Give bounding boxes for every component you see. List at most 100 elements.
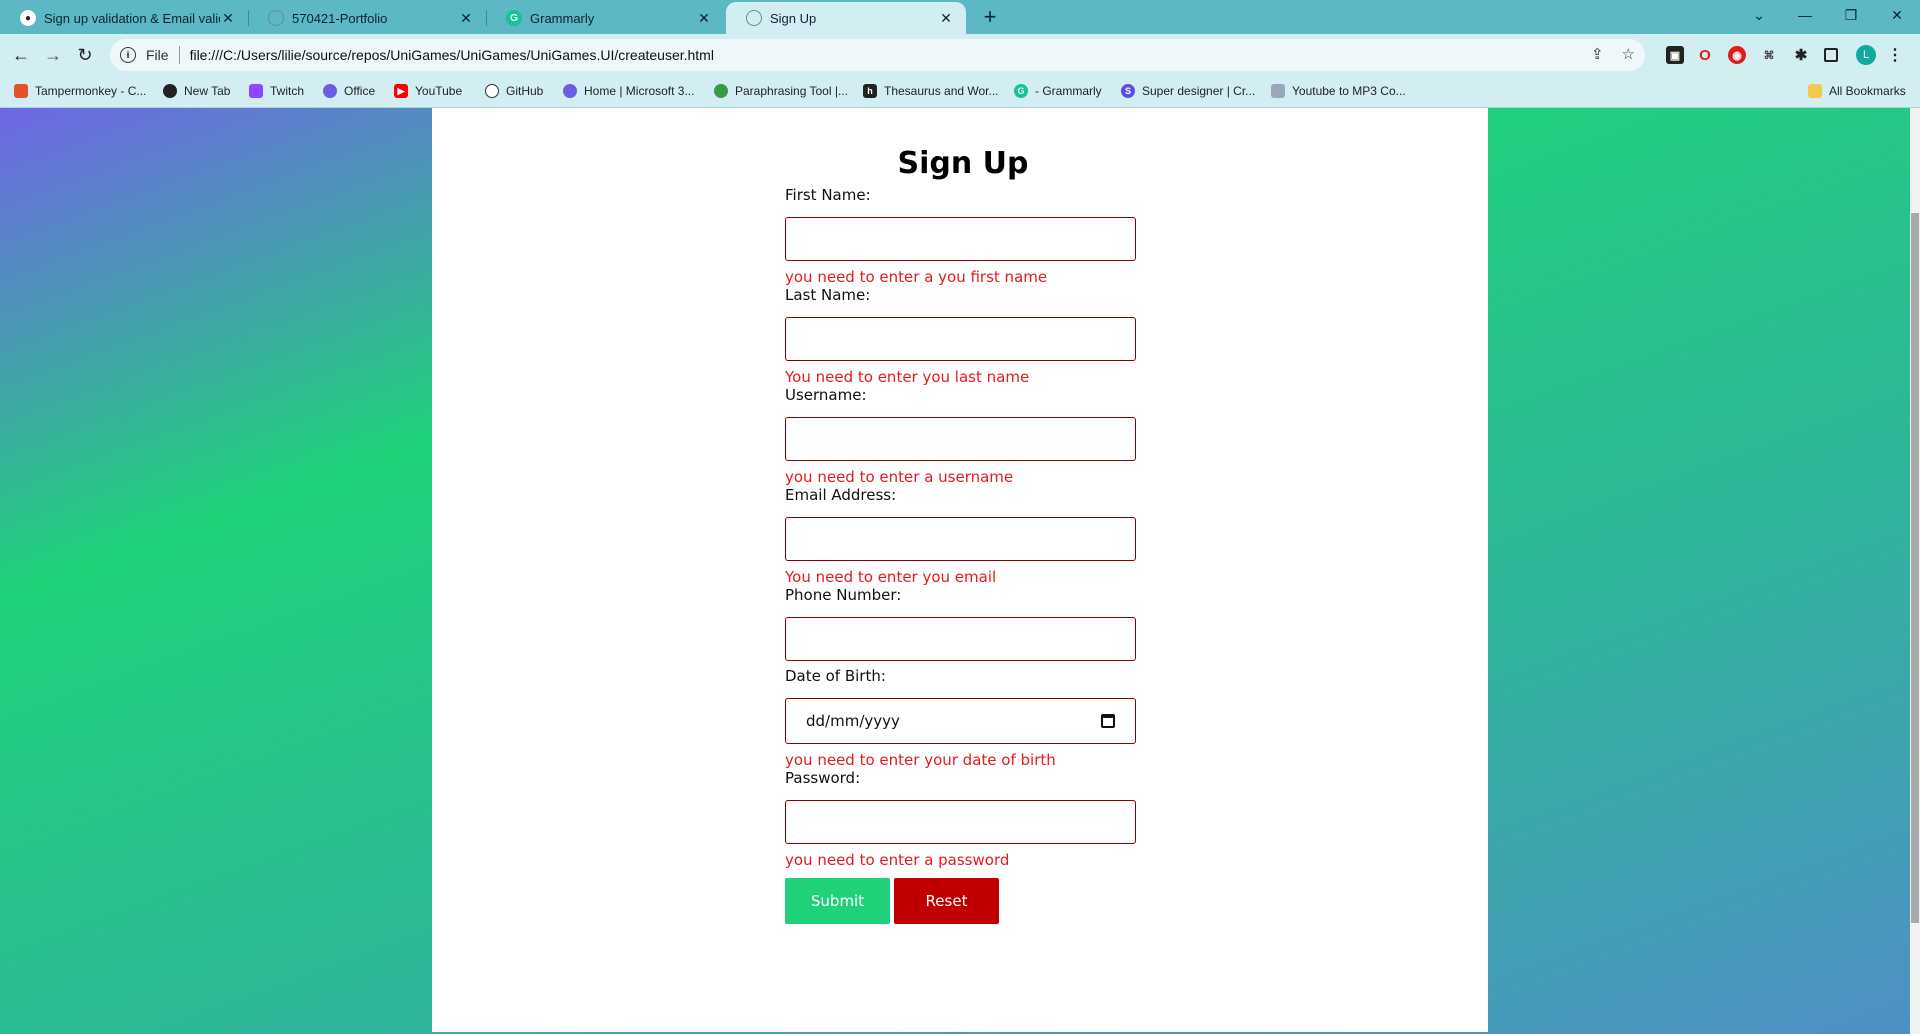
screen-recorder-icon[interactable]: ◉ <box>1728 46 1746 64</box>
bookmark-label: All Bookmarks <box>1829 84 1906 98</box>
close-icon[interactable]: ✕ <box>458 10 474 27</box>
bookmark-paraphrasing[interactable]: Paraphrasing Tool |... <box>714 84 848 98</box>
bookmark-tampermonkey[interactable]: Tampermonkey - C... <box>14 84 146 98</box>
close-icon[interactable]: ✕ <box>220 10 236 27</box>
phone-label: Phone Number: <box>785 586 902 604</box>
tab-title: 570421-Portfolio <box>292 10 388 26</box>
puzzle-icon[interactable]: ✱ <box>1792 46 1810 64</box>
address-scheme: File <box>146 47 169 63</box>
bookmark-new-tab[interactable]: New Tab <box>163 84 230 98</box>
email-field[interactable] <box>785 517 1136 561</box>
bookmark-github[interactable]: GitHub <box>485 84 543 98</box>
page-title: Sign Up <box>897 146 1029 181</box>
globe-icon <box>268 10 284 26</box>
bookmarks-bar: Tampermonkey - C... New Tab Twitch Offic… <box>0 76 1920 108</box>
grammarly-icon: G <box>1014 84 1028 98</box>
opera-icon[interactable]: O <box>1696 46 1714 64</box>
thesaurus-icon: h <box>863 84 877 98</box>
first-name-error: you need to enter a you first name <box>785 268 1048 286</box>
reset-button[interactable]: Reset <box>894 878 999 924</box>
last-name-label: Last Name: <box>785 286 871 304</box>
dob-label: Date of Birth: <box>785 667 886 685</box>
kebab-menu-icon[interactable]: ⋮ <box>1886 46 1904 64</box>
dob-input[interactable]: dd/mm/yyyy <box>785 698 1136 744</box>
bookmark-office[interactable]: Office <box>323 84 375 98</box>
username-label: Username: <box>785 386 867 404</box>
minimize-icon[interactable]: — <box>1782 0 1828 30</box>
bookmark-super-designer[interactable]: S Super designer | Cr... <box>1121 84 1255 98</box>
last-name-input[interactable] <box>785 317 1136 361</box>
forward-arrow-icon[interactable]: → <box>40 42 66 68</box>
scrollbar-thumb[interactable] <box>1911 213 1919 923</box>
username-input[interactable] <box>785 417 1136 461</box>
dob-placeholder: dd/mm/yyyy <box>806 712 900 730</box>
window-close-icon[interactable]: ✕ <box>1874 0 1920 30</box>
bookmark-youtube[interactable]: ▶ YouTube <box>394 84 462 98</box>
first-name-input[interactable] <box>785 217 1136 261</box>
link-extension-icon[interactable]: ⌘ <box>1760 46 1778 64</box>
bookmark-label: GitHub <box>506 84 544 98</box>
bookmark-grammarly[interactable]: G - Grammarly <box>1014 84 1102 98</box>
tampermonkey-icon <box>14 84 28 98</box>
submit-button[interactable]: Submit <box>785 878 890 924</box>
email-label: Email Address: <box>785 486 897 504</box>
signup-container: Sign Up First Name: you need to enter a … <box>432 108 1488 1032</box>
restore-icon[interactable]: ❐ <box>1828 0 1874 30</box>
close-icon[interactable]: ✕ <box>696 10 712 27</box>
email-error: You need to enter you email <box>785 568 997 586</box>
tab-portfolio[interactable]: 570421-Portfolio ✕ <box>248 2 486 34</box>
github-icon <box>485 84 499 98</box>
all-bookmarks[interactable]: All Bookmarks <box>1808 84 1906 98</box>
share-icon[interactable]: ⇪ <box>1591 45 1604 63</box>
twitch-icon <box>249 84 263 98</box>
bookmark-label: Tampermonkey - C... <box>35 84 147 98</box>
avatar[interactable]: L <box>1856 45 1876 65</box>
last-name-error: You need to enter you last name <box>785 368 1030 386</box>
info-icon[interactable]: i <box>120 47 136 63</box>
tab-grammarly[interactable]: G Grammarly ✕ <box>486 2 724 34</box>
tab-title: Sign Up <box>770 10 817 26</box>
mp3-icon <box>1271 84 1285 98</box>
tab-title: Sign up validation & Email valid <box>44 10 220 26</box>
bookmark-star-icon[interactable]: ☆ <box>1622 45 1635 63</box>
bookmark-label: Thesaurus and Wor... <box>884 84 999 98</box>
address-url[interactable]: file:///C:/Users/lilie/source/repos/UniG… <box>190 47 714 63</box>
globe-icon <box>746 10 762 26</box>
bookmark-label: - Grammarly <box>1035 84 1102 98</box>
tab-signup-validation[interactable]: ● Sign up validation & Email valid ✕ <box>0 2 248 34</box>
password-input[interactable] <box>785 800 1136 844</box>
new-tab-button[interactable]: + <box>976 4 1004 30</box>
bookmark-youtube-mp3[interactable]: Youtube to MP3 Co... <box>1271 84 1406 98</box>
close-icon[interactable]: ✕ <box>938 10 954 27</box>
grammarly-icon: G <box>506 10 522 26</box>
back-arrow-icon[interactable]: ← <box>8 42 34 68</box>
extension-icon[interactable]: ▣ <box>1666 46 1684 64</box>
tab-search-icon[interactable]: ⌄ <box>1736 0 1782 30</box>
folder-icon <box>1808 84 1822 98</box>
bookmark-microsoft[interactable]: Home | Microsoft 3... <box>563 84 694 98</box>
bookmark-label: Home | Microsoft 3... <box>584 84 695 98</box>
bookmark-label: YouTube <box>415 84 463 98</box>
phone-input[interactable] <box>785 617 1136 661</box>
tab-strip: ● Sign up validation & Email valid ✕ 570… <box>0 0 1920 34</box>
side-panel-icon[interactable] <box>1824 48 1838 62</box>
bookmark-label: Youtube to MP3 Co... <box>1292 84 1406 98</box>
address-bar[interactable]: i File file:///C:/Users/lilie/source/rep… <box>110 39 1645 71</box>
tab-title: Grammarly <box>530 10 595 26</box>
first-name-label: First Name: <box>785 186 871 204</box>
calendar-icon[interactable] <box>1101 714 1115 728</box>
password-label: Password: <box>785 769 861 787</box>
chrome-icon <box>163 84 177 98</box>
bookmark-label: Super designer | Cr... <box>1142 84 1256 98</box>
superdesigner-icon: S <box>1121 84 1135 98</box>
address-divider <box>178 46 180 64</box>
bookmark-twitch[interactable]: Twitch <box>249 84 304 98</box>
youtube-icon: ▶ <box>394 84 408 98</box>
github-icon: ● <box>20 10 36 26</box>
browser-toolbar: ← → ↻ i File file:///C:/Users/lilie/sour… <box>0 34 1920 76</box>
tab-sign-up[interactable]: Sign Up ✕ <box>726 2 966 34</box>
reload-icon[interactable]: ↻ <box>72 42 98 68</box>
bookmark-thesaurus[interactable]: h Thesaurus and Wor... <box>863 84 999 98</box>
scrollbar-track[interactable] <box>1910 108 1920 1034</box>
office-icon <box>323 84 337 98</box>
